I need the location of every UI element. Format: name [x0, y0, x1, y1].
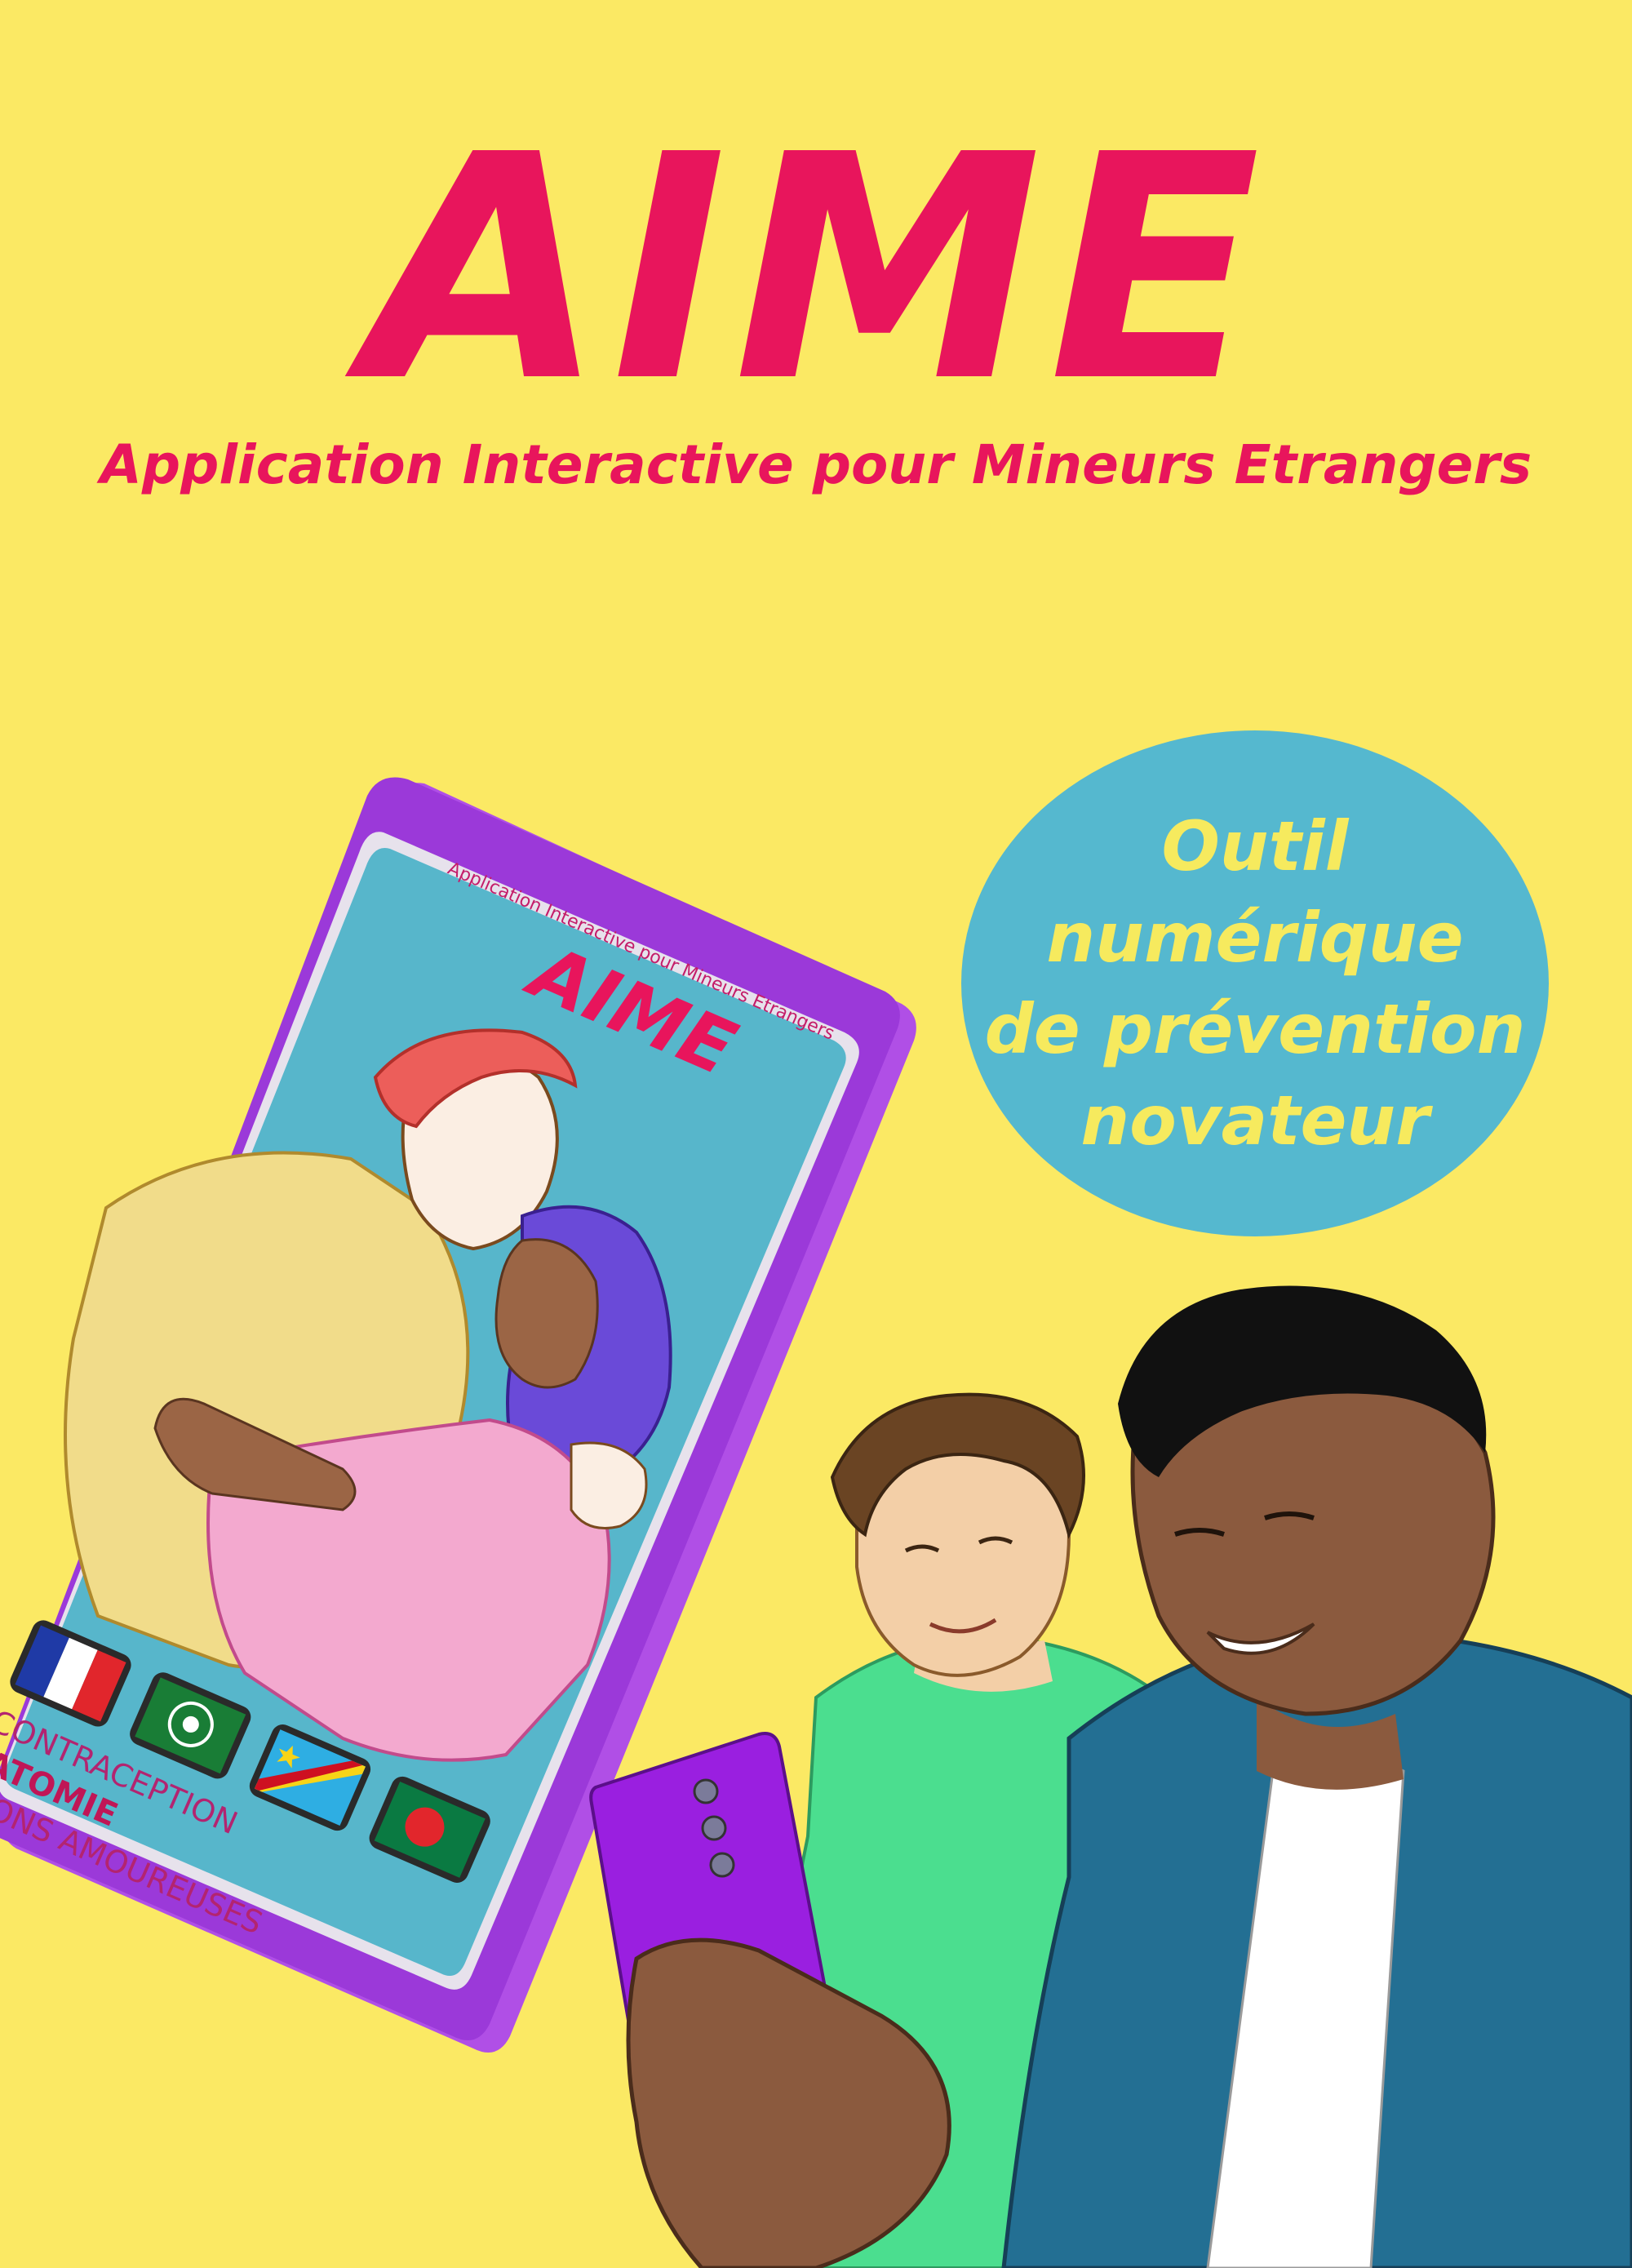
- illustration: AIME Application Interactive pour Mineur…: [0, 777, 1632, 2268]
- boy-blue-jacket: [1001, 1285, 1632, 2268]
